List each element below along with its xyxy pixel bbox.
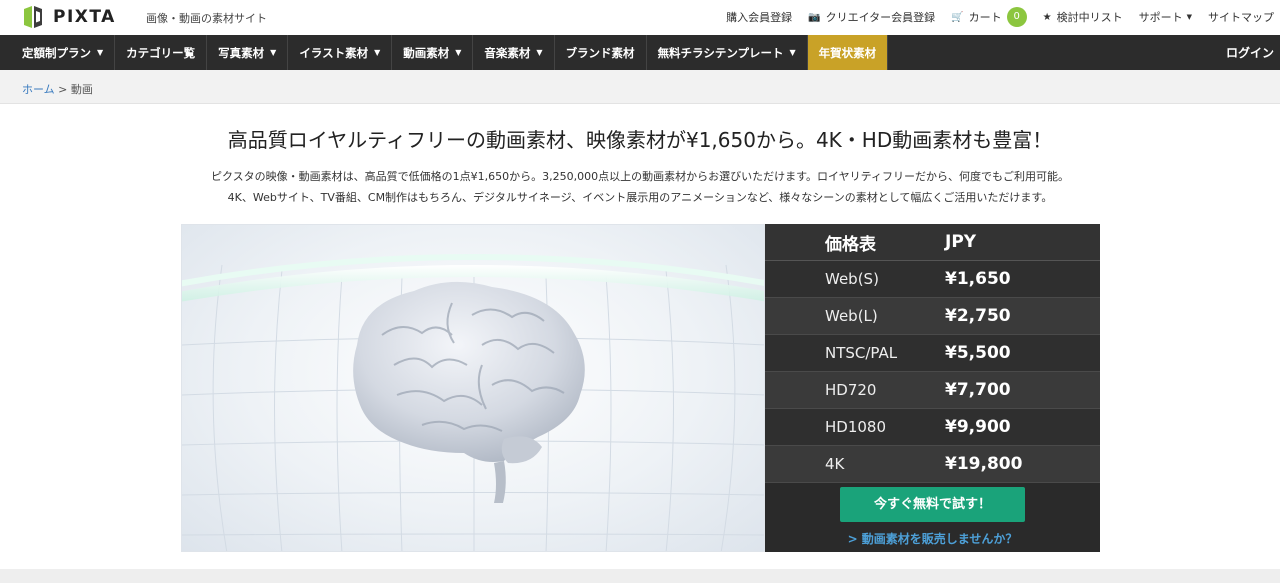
top-links: 購入会員登録 📷 クリエイター会員登録 🛒 カート 0 ★ 検討中リスト サポー… (726, 0, 1280, 34)
breadcrumb-home[interactable]: ホーム (22, 83, 55, 96)
price-row: HD1080 ¥9,900 (765, 409, 1100, 446)
free-trial-button[interactable]: 今すぐ無料で試す！ (840, 487, 1025, 522)
hero-video[interactable] (181, 224, 765, 552)
breadcrumb: ホーム > 動画 (22, 81, 93, 97)
price-size: HD1080 (825, 418, 887, 436)
creator-register-link[interactable]: 📷 クリエイター会員登録 (808, 9, 935, 25)
price-header-currency: JPY (945, 232, 977, 252)
nav-item-label: イラスト素材 (299, 45, 369, 60)
sell-video-link[interactable]: > 動画素材を販売しませんか？ (765, 530, 1100, 547)
login-button[interactable]: ログイン (1226, 35, 1280, 70)
top-bar: PIXTA 画像・動画の素材サイト 購入会員登録 📷 クリエイター会員登録 🛒 … (0, 0, 1280, 34)
price-value: ¥1,650 (945, 269, 1011, 289)
price-table-header: 価格表 JPY (765, 224, 1100, 261)
price-row: NTSC/PAL ¥5,500 (765, 335, 1100, 372)
wishlist-link[interactable]: ★ 検討中リスト (1043, 9, 1123, 25)
price-row: Web(S) ¥1,650 (765, 261, 1100, 298)
nav-item-flyer[interactable]: 無料チラシテンプレート ▼ (647, 35, 808, 70)
price-size: HD720 (825, 381, 877, 399)
caret-down-icon: ▼ (374, 48, 381, 57)
cart-icon: 🛒 (951, 11, 964, 23)
cart-label: カート (968, 11, 1002, 24)
caret-down-icon: ▼ (1186, 13, 1192, 21)
price-value: ¥9,900 (945, 417, 1011, 437)
nav-item-label: 写真素材 (218, 45, 265, 60)
support-label: サポート (1138, 11, 1183, 24)
cart-count-badge: 0 (1006, 7, 1027, 27)
wishlist-label: 検討中リスト (1056, 11, 1123, 24)
caret-down-icon: ▼ (536, 48, 543, 57)
breadcrumb-current: 動画 (70, 83, 93, 96)
nav-item-label: カテゴリー覧 (126, 45, 196, 60)
price-size: NTSC/PAL (825, 344, 898, 362)
nav-item-label: 年賀状素材 (818, 45, 877, 60)
price-value: ¥7,700 (945, 380, 1011, 400)
description-line-2: 4K、Webサイト、TV番組、CM制作はもちろん、デジタルサイネージ、イベント展… (227, 191, 1053, 204)
nav-item-label: 定額制プラン (22, 45, 91, 60)
breadcrumb-bar: ホーム > 動画 (0, 70, 1280, 104)
nav-item-nengajo[interactable]: 年賀状素材 (807, 35, 889, 70)
pixta-logo-icon (24, 6, 42, 28)
price-value: ¥2,750 (945, 306, 1011, 326)
price-row: Web(L) ¥2,750 (765, 298, 1100, 335)
pixta-logo[interactable]: PIXTA (22, 5, 116, 29)
page-title: 高品質ロイヤルティフリーの動画素材、映像素材が¥1,650から。4K・HD動画素… (227, 128, 1053, 152)
price-size: Web(S) (825, 270, 879, 288)
caret-down-icon: ▼ (455, 48, 462, 57)
sitemap-link[interactable]: サイトマップ (1208, 9, 1274, 25)
nav-item-music[interactable]: 音楽素材 ▼ (473, 35, 555, 70)
breadcrumb-separator: > (58, 83, 68, 96)
support-menu[interactable]: サポート ▼ (1139, 9, 1192, 25)
page-description: ピクスタの映像・動画素材は、高品質で低価格の1点¥1,650から。3,250,0… (0, 166, 1280, 208)
price-value: ¥5,500 (945, 343, 1011, 363)
caret-down-icon: ▼ (97, 48, 104, 57)
nav-item-label: ブランド素材 (565, 45, 635, 60)
nav-item-illust[interactable]: イラスト素材 ▼ (288, 35, 393, 70)
price-table: 価格表 JPY Web(S) ¥1,650 Web(L) ¥2,750 NTSC/P… (765, 224, 1100, 552)
nav-item-label: 動画素材 (403, 45, 450, 60)
price-value: ¥19,800 (945, 454, 1023, 474)
brain-icon (353, 281, 585, 503)
cart-link[interactable]: 🛒 カート 0 (951, 7, 1027, 27)
nav-item-plan[interactable]: 定額制プラン ▼ (0, 35, 116, 70)
caret-down-icon: ▼ (270, 48, 277, 57)
nav-item-label: 無料チラシテンプレート (657, 45, 784, 60)
nav-item-brand[interactable]: ブランド素材 (555, 35, 647, 70)
price-size: Web(L) (825, 307, 878, 325)
price-rows: Web(S) ¥1,650 Web(L) ¥2,750 NTSC/PAL ¥5,500… (765, 261, 1100, 483)
camera-icon: 📷 (808, 11, 821, 23)
register-link[interactable]: 購入会員登録 (726, 9, 792, 25)
tagline: 画像・動画の素材サイト (146, 12, 267, 25)
price-row: HD720 ¥7,700 (765, 372, 1100, 409)
main-nav: 定額制プラン ▼ カテゴリー覧 写真素材 ▼ イラスト素材 ▼ 動画素材 ▼ 音楽素材 ▼… (0, 35, 1280, 70)
logo-text: PIXTA (53, 7, 116, 27)
nav-item-video[interactable]: 動画素材 ▼ (392, 35, 474, 70)
nav-item-category[interactable]: カテゴリー覧 (115, 35, 208, 70)
description-line-1: ピクスタの映像・動画素材は、高品質で低価格の1点¥1,650から。3,250,0… (210, 170, 1070, 183)
creator-register-label: クリエイター会員登録 (825, 11, 936, 24)
price-header-label: 価格表 (825, 234, 876, 255)
caret-down-icon: ▼ (789, 48, 796, 57)
footer-band (0, 569, 1280, 583)
nav-item-photo[interactable]: 写真素材 ▼ (207, 35, 289, 70)
price-row: 4K ¥19,800 (765, 446, 1100, 483)
star-icon: ★ (1042, 11, 1052, 23)
nav-item-label: 音楽素材 (484, 45, 531, 60)
price-size: 4K (825, 455, 845, 473)
